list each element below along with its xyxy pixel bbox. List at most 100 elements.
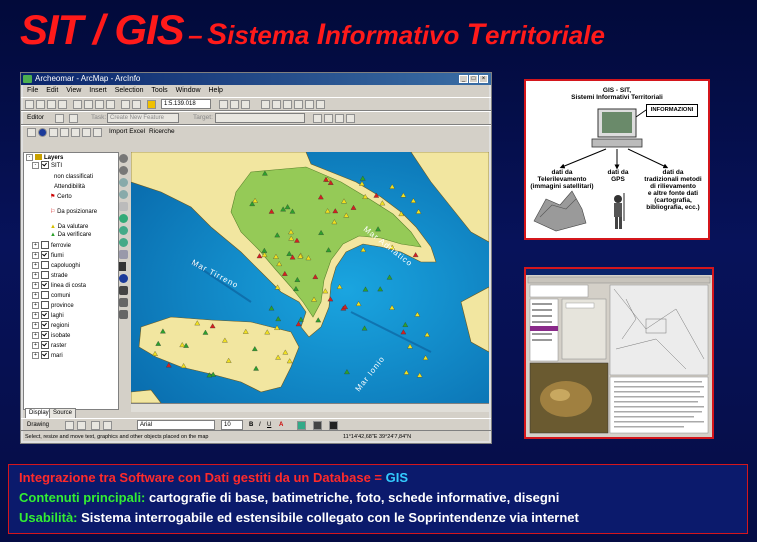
- print-icon[interactable]: [58, 100, 67, 109]
- sketch-props-icon[interactable]: [346, 114, 355, 123]
- select-arrow-icon[interactable]: [65, 421, 74, 430]
- toc-layer-linea-di-costa[interactable]: + linea di costa: [32, 281, 86, 291]
- zoom-out-tool-icon[interactable]: [119, 166, 128, 175]
- toc-group-siti[interactable]: - SITI: [32, 161, 62, 171]
- tool-icon-3[interactable]: [283, 100, 292, 109]
- back-extent-icon[interactable]: [119, 226, 128, 235]
- find-icon[interactable]: [49, 128, 58, 137]
- hyperlink-icon[interactable]: [71, 128, 80, 137]
- help-pointer-icon[interactable]: [241, 100, 250, 109]
- full-extent-icon[interactable]: [119, 214, 128, 223]
- layer-checkbox[interactable]: [41, 251, 49, 260]
- sketch-pencil-icon[interactable]: [69, 114, 78, 123]
- attributes-icon[interactable]: [335, 114, 344, 123]
- window-titlebar[interactable]: Archeomar - ArcMap - ArcInfo _ □ ×: [21, 73, 491, 85]
- maximize-button[interactable]: □: [469, 75, 478, 83]
- layer-checkbox[interactable]: [41, 341, 49, 350]
- toc-layer-raster[interactable]: + raster: [32, 341, 66, 351]
- layer-checkbox[interactable]: [41, 241, 49, 250]
- close-button[interactable]: ×: [479, 75, 488, 83]
- tool-icon-5[interactable]: [305, 100, 314, 109]
- scale-combo[interactable]: 1:5.139.018: [161, 99, 211, 109]
- layer-checkbox[interactable]: [41, 331, 49, 340]
- layer-checkbox[interactable]: [41, 271, 49, 280]
- edit-arrow-icon[interactable]: [55, 114, 64, 123]
- editor-menu[interactable]: Editor: [27, 113, 44, 123]
- minimize-button[interactable]: _: [459, 75, 468, 83]
- arctoolbox-icon[interactable]: [230, 100, 239, 109]
- layer-checkbox[interactable]: [41, 301, 49, 310]
- toc-layer-ferrovie[interactable]: + ferrovie: [32, 241, 71, 251]
- ricerche-menu[interactable]: Ricerche: [149, 127, 175, 137]
- task-combo[interactable]: Create New Feature: [107, 113, 179, 123]
- select-features-icon[interactable]: [119, 250, 128, 259]
- layer-checkbox[interactable]: [41, 261, 49, 270]
- toc-layer-regioni[interactable]: + regioni: [32, 321, 69, 331]
- rectangle-icon[interactable]: [91, 421, 100, 430]
- toc-layer-province[interactable]: + province: [32, 301, 74, 311]
- fixed-zoom-in-icon[interactable]: [119, 178, 128, 187]
- table-icon[interactable]: [93, 128, 102, 137]
- save-icon[interactable]: [47, 100, 56, 109]
- menu-window[interactable]: Window: [176, 87, 201, 94]
- rotate-icon[interactable]: [324, 114, 333, 123]
- tool-icon-6[interactable]: [316, 100, 325, 109]
- menu-tools[interactable]: Tools: [151, 87, 167, 94]
- layer-checkbox[interactable]: [41, 351, 49, 360]
- toc-layer-isobate[interactable]: + isobate: [32, 331, 70, 341]
- menu-insert[interactable]: Insert: [89, 87, 107, 94]
- toc-layer-strade[interactable]: + strade: [32, 271, 68, 281]
- menu-view[interactable]: View: [66, 87, 81, 94]
- fixed-zoom-out-icon[interactable]: [119, 190, 128, 199]
- fill-color-icon[interactable]: [297, 421, 306, 430]
- import-excel-menu[interactable]: Import Excel: [109, 127, 145, 137]
- undo-icon[interactable]: [121, 100, 130, 109]
- new-doc-icon[interactable]: [25, 100, 34, 109]
- delete-icon[interactable]: [106, 100, 115, 109]
- toc-layer-comuni[interactable]: + comuni: [32, 291, 70, 301]
- paste-icon[interactable]: [95, 100, 104, 109]
- pan-hand-icon[interactable]: [119, 202, 128, 211]
- toc-layer-laghi[interactable]: + laghi: [32, 311, 64, 321]
- font-name-combo[interactable]: Arial: [137, 420, 215, 430]
- tool-icon-4[interactable]: [294, 100, 303, 109]
- cut-icon[interactable]: [73, 100, 82, 109]
- hyperlink-tool-icon[interactable]: [119, 310, 128, 319]
- layer-checkbox[interactable]: [41, 311, 49, 320]
- tool-icon-2[interactable]: [272, 100, 281, 109]
- measure-icon[interactable]: [60, 128, 69, 137]
- add-data-icon[interactable]: [147, 100, 156, 109]
- split-icon[interactable]: [313, 114, 322, 123]
- editor-toolbar-icon[interactable]: [219, 100, 228, 109]
- line-color-icon[interactable]: [313, 421, 322, 430]
- marker-color-icon[interactable]: [329, 421, 338, 430]
- layer-checkbox[interactable]: [41, 291, 49, 300]
- copy-icon[interactable]: [84, 100, 93, 109]
- target-combo[interactable]: [215, 113, 305, 123]
- zoom-in-icon[interactable]: [27, 128, 36, 137]
- menu-edit[interactable]: Edit: [46, 87, 58, 94]
- tool-icon[interactable]: [261, 100, 270, 109]
- toc-layer-capoluoghi[interactable]: + capoluoghi: [32, 261, 80, 271]
- layer-checkbox[interactable]: [41, 321, 49, 330]
- map-view[interactable]: Mar Adriatico Mar Tirreno Mar Ionio: [131, 152, 489, 403]
- identify-icon[interactable]: [38, 128, 47, 137]
- open-icon[interactable]: [36, 100, 45, 109]
- identify-tool-icon[interactable]: [119, 274, 128, 283]
- font-size-combo[interactable]: 10: [221, 420, 243, 430]
- menu-help[interactable]: Help: [209, 87, 223, 94]
- toc-layer-fiumi[interactable]: + fiumi: [32, 251, 64, 261]
- menu-file[interactable]: File: [27, 87, 38, 94]
- zoom-in-tool-icon[interactable]: [119, 154, 128, 163]
- map-horizontal-scrollbar[interactable]: [131, 403, 489, 412]
- rotate-tool-icon[interactable]: [77, 421, 86, 430]
- toc-layer-mari[interactable]: + mari: [32, 351, 63, 361]
- find-tool-icon[interactable]: [119, 286, 128, 295]
- menu-selection[interactable]: Selection: [115, 87, 144, 94]
- select-elements-icon[interactable]: [119, 262, 126, 271]
- redo-icon[interactable]: [132, 100, 141, 109]
- forward-extent-icon[interactable]: [119, 238, 128, 247]
- measure-tool-icon[interactable]: [119, 298, 128, 307]
- layer-checkbox[interactable]: [41, 281, 49, 290]
- text-tool-icon[interactable]: [103, 421, 112, 430]
